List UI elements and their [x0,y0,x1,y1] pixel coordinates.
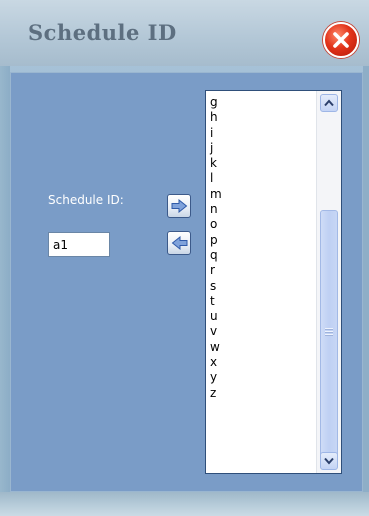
list-item[interactable]: x [210,355,222,370]
list-item[interactable]: p [210,233,222,248]
arrow-left-icon [171,236,188,250]
window-frame-bottom [0,492,369,516]
grip-icon [325,328,333,337]
list-item[interactable]: g [210,95,222,110]
list-item[interactable]: m [210,187,222,202]
list-item[interactable]: w [210,340,222,355]
list-item[interactable]: y [210,370,222,385]
scroll-down-icon [324,457,334,465]
close-button[interactable] [323,22,359,58]
list-item[interactable]: h [210,110,222,125]
add-to-list-button[interactable] [167,194,191,218]
schedule-id-list[interactable]: g h i j k l m n o p q r s t u v w x y z [205,90,342,474]
list-item[interactable]: j [210,141,222,156]
list-item[interactable]: q [210,248,222,263]
close-icon [333,32,349,48]
list-items: g h i j k l m n o p q r s t u v w x y z [210,95,222,401]
list-item[interactable]: l [210,171,222,186]
list-item[interactable]: i [210,126,222,141]
scroll-down-button[interactable] [320,452,338,470]
list-item[interactable]: u [210,309,222,324]
list-item[interactable]: t [210,294,222,309]
schedule-id-label: Schedule ID: [48,193,124,207]
list-item[interactable]: v [210,324,222,339]
title-bar: Schedule ID [0,0,369,66]
list-item[interactable]: k [210,156,222,171]
list-item[interactable]: o [210,217,222,232]
list-item[interactable]: s [210,279,222,294]
scrollbar-thumb[interactable] [320,210,338,460]
scroll-up-button[interactable] [320,94,338,112]
list-item[interactable]: z [210,386,222,401]
vertical-scrollbar[interactable] [316,91,341,473]
window-frame-right [363,66,369,516]
list-item[interactable]: n [210,202,222,217]
list-item[interactable]: r [210,263,222,278]
window-frame-left [0,66,10,516]
window-title: Schedule ID [28,20,177,45]
arrow-right-icon [171,199,188,213]
schedule-id-input[interactable] [48,232,110,257]
remove-from-list-button[interactable] [167,231,191,255]
scroll-up-icon [324,99,334,107]
